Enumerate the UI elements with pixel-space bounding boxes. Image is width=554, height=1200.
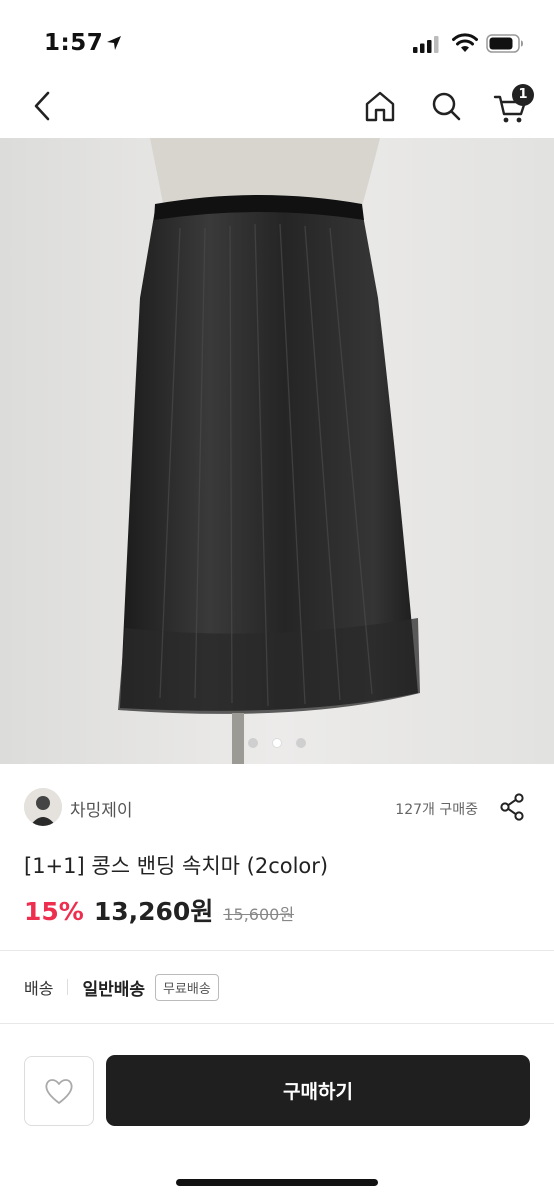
- shipping-label: 배송: [24, 979, 54, 998]
- carousel-dot[interactable]: [296, 738, 306, 748]
- battery-icon: [486, 34, 523, 53]
- discount-rate: 15%: [24, 897, 84, 926]
- sale-price: 13,260원: [93, 897, 214, 926]
- free-shipping-badge: 무료배송: [155, 973, 219, 1001]
- back-arrow-icon[interactable]: [28, 88, 58, 124]
- cellular-signal-icon: [413, 36, 439, 53]
- cart-count-badge: 1: [512, 84, 534, 106]
- buy-button[interactable]: 구매하기: [106, 1055, 530, 1126]
- status-bar: 1:57: [0, 0, 554, 80]
- shipping-separator: [67, 979, 69, 995]
- carousel-dot[interactable]: [248, 738, 258, 748]
- product-image[interactable]: [0, 138, 554, 764]
- nav-bar: 1: [0, 80, 554, 138]
- location-arrow-icon: [107, 36, 121, 50]
- share-icon[interactable]: [498, 792, 526, 822]
- home-indicator: [176, 1179, 378, 1186]
- skirt-photo: [0, 138, 554, 764]
- image-carousel-dots: [0, 738, 554, 750]
- shipping-type: 일반배송: [82, 979, 146, 1000]
- divider: [0, 1023, 554, 1024]
- original-price: 15,600원: [223, 905, 295, 924]
- price-row: 15% 13,260원 15,600원: [24, 892, 294, 932]
- purchase-count: 127개 구매중: [395, 802, 478, 818]
- divider: [0, 950, 554, 951]
- like-button[interactable]: [24, 1056, 94, 1126]
- seller-row: 차밍제이 127개 구매중: [0, 786, 554, 830]
- shipping-row: 배송 일반배송 무료배송: [24, 972, 219, 1002]
- carousel-dot-active[interactable]: [272, 738, 282, 748]
- product-title: [1+1] 콩스 밴딩 속치마 (2color): [24, 854, 329, 878]
- search-icon[interactable]: [428, 88, 464, 124]
- wifi-icon: [452, 33, 478, 52]
- seller-name[interactable]: 차밍제이: [70, 796, 133, 821]
- heart-icon: [45, 1079, 73, 1104]
- cart-button[interactable]: 1: [492, 84, 534, 126]
- home-icon[interactable]: [362, 88, 398, 124]
- status-time: 1:57: [44, 30, 104, 56]
- seller-avatar[interactable]: [24, 788, 62, 826]
